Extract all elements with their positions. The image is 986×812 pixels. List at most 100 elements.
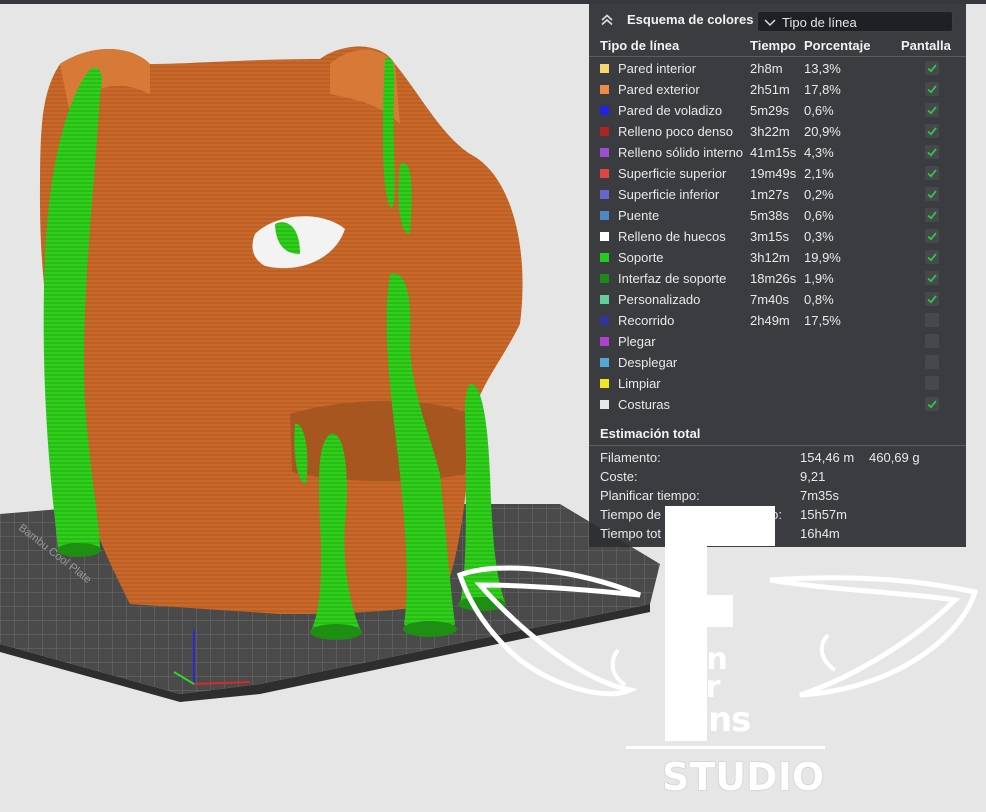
- cost-value: 9,21: [800, 469, 826, 484]
- line-type-percent: 13,3%: [804, 61, 841, 76]
- color-swatch: [600, 274, 609, 283]
- line-type-percent: 0,6%: [804, 208, 834, 223]
- color-swatch: [600, 379, 609, 388]
- line-type-percent: 19,9%: [804, 250, 841, 265]
- line-type-time: 18m26s: [750, 271, 797, 286]
- display-checkbox[interactable]: [925, 145, 939, 159]
- display-checkbox[interactable]: [925, 271, 939, 285]
- display-checkbox[interactable]: [925, 376, 939, 390]
- display-checkbox[interactable]: [925, 229, 939, 243]
- legend-row: Superficie inferior 1m27s 0,2%: [589, 184, 966, 205]
- color-swatch: [600, 148, 609, 157]
- color-swatch: [600, 190, 609, 199]
- check-icon: [927, 274, 937, 283]
- line-type-name: Pared interior: [618, 61, 697, 76]
- display-checkbox[interactable]: [925, 124, 939, 138]
- line-type-time: 2h8m: [750, 61, 783, 76]
- legend-row: Costuras: [589, 394, 966, 415]
- display-checkbox[interactable]: [925, 250, 939, 264]
- summary-title: Estimación total: [600, 426, 701, 441]
- line-type-name: Personalizado: [618, 292, 701, 307]
- collapse-chevron-up-icon[interactable]: [599, 12, 615, 28]
- check-icon: [927, 127, 937, 136]
- color-swatch: [600, 253, 609, 262]
- check-icon: [927, 211, 937, 220]
- line-type-name: Plegar: [618, 334, 656, 349]
- check-icon: [927, 85, 937, 94]
- display-checkbox[interactable]: [925, 355, 939, 369]
- legend-row: Interfaz de soporte 18m26s 1,9%: [589, 268, 966, 289]
- line-type-time: 1m27s: [750, 187, 790, 202]
- legend-row: Puente 5m38s 0,6%: [589, 205, 966, 226]
- line-type-time: 19m49s: [750, 166, 797, 181]
- legend-row: Limpiar: [589, 373, 966, 394]
- filament-weight: 460,69 g: [869, 450, 920, 465]
- line-type-percent: 0,3%: [804, 229, 834, 244]
- line-type-percent: 0,8%: [804, 292, 834, 307]
- check-icon: [927, 169, 937, 178]
- check-icon: [927, 400, 937, 409]
- color-swatch: [600, 85, 609, 94]
- filament-label: Filamento:: [600, 450, 661, 465]
- line-type-name: Pared de voladizo: [618, 103, 723, 118]
- display-checkbox[interactable]: [925, 208, 939, 222]
- check-icon: [927, 148, 937, 157]
- color-swatch: [600, 64, 609, 73]
- view-type-dropdown[interactable]: Tipo de línea: [757, 11, 953, 32]
- line-type-name: Costuras: [618, 397, 671, 412]
- display-checkbox[interactable]: [925, 61, 939, 75]
- display-checkbox[interactable]: [925, 313, 939, 327]
- legend-header: Esquema de colores Tipo de línea: [589, 4, 966, 38]
- view-type-value: Tipo de línea: [782, 15, 857, 30]
- legend-row: Relleno poco denso 3h22m 20,9%: [589, 121, 966, 142]
- check-icon: [927, 295, 937, 304]
- column-header-type: Tipo de línea: [600, 38, 680, 53]
- line-type-time: 2h51m: [750, 82, 790, 97]
- legend-row: Desplegar: [589, 352, 966, 373]
- line-type-name: Soporte: [618, 250, 664, 265]
- column-header-time: Tiempo: [750, 38, 796, 53]
- color-swatch: [600, 337, 609, 346]
- display-checkbox[interactable]: [925, 103, 939, 117]
- display-checkbox[interactable]: [925, 334, 939, 348]
- line-type-percent: 20,9%: [804, 124, 841, 139]
- line-type-time: 5m29s: [750, 103, 790, 118]
- color-swatch: [600, 106, 609, 115]
- line-type-percent: 4,3%: [804, 145, 834, 160]
- summary-row-filament: Filamento: 154,46 m 460,69 g: [589, 448, 966, 467]
- color-swatch: [600, 295, 609, 304]
- cost-label: Coste:: [600, 469, 638, 484]
- display-checkbox[interactable]: [925, 166, 939, 180]
- line-type-name: Superficie inferior: [618, 187, 720, 202]
- legend-row: Pared de voladizo 5m29s 0,6%: [589, 100, 966, 121]
- line-type-percent: 0,2%: [804, 187, 834, 202]
- display-checkbox[interactable]: [925, 187, 939, 201]
- summary-divider: [589, 445, 966, 446]
- legend-row: Relleno sólido interno 41m15s 4,3%: [589, 142, 966, 163]
- line-type-time: 3h22m: [750, 124, 790, 139]
- header-divider: [589, 56, 966, 57]
- legend-row: Pared interior 2h8m 13,3%: [589, 58, 966, 79]
- legend-row: Plegar: [589, 331, 966, 352]
- color-swatch: [600, 400, 609, 409]
- line-type-name: Limpiar: [618, 376, 661, 391]
- column-header-percent: Porcentaje: [804, 38, 871, 53]
- line-type-percent: 17,5%: [804, 313, 841, 328]
- display-checkbox[interactable]: [925, 82, 939, 96]
- line-type-time: 3m15s: [750, 229, 790, 244]
- color-swatch: [600, 127, 609, 136]
- legend-title: Esquema de colores: [627, 12, 754, 27]
- filament-length: 154,46 m: [800, 450, 855, 465]
- line-type-name: Puente: [618, 208, 660, 223]
- display-checkbox[interactable]: [925, 292, 939, 306]
- column-header-display: Pantalla: [901, 38, 951, 53]
- legend-row: Recorrido 2h49m 17,5%: [589, 310, 966, 331]
- display-checkbox[interactable]: [925, 397, 939, 411]
- chevron-down-icon: [764, 19, 776, 27]
- check-icon: [927, 64, 937, 73]
- legend-row: Superficie superior 19m49s 2,1%: [589, 163, 966, 184]
- color-swatch: [600, 358, 609, 367]
- line-type-name: Relleno poco denso: [618, 124, 733, 139]
- summary-row-cost: Coste: 9,21: [589, 467, 966, 486]
- line-type-time: 7m40s: [750, 292, 790, 307]
